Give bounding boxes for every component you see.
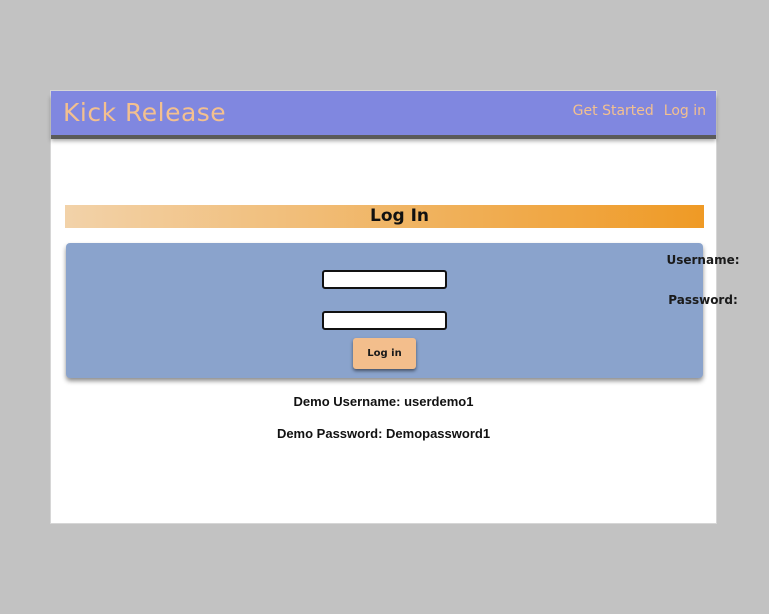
username-input[interactable]	[322, 270, 447, 289]
demo-password-text: Demo Password: Demopassword1	[276, 426, 491, 441]
log-in-button[interactable]: Log in	[353, 338, 416, 369]
page-title: Log In	[369, 206, 430, 226]
login-form: Username: Password: Log in	[66, 243, 740, 378]
brand-logo[interactable]: Kick Release	[63, 98, 226, 127]
browser-viewport: Kick Release Get Started Log in Log In U…	[50, 90, 740, 524]
get-started-link[interactable]: Get Started	[573, 103, 654, 119]
password-label: Password:	[668, 293, 738, 307]
demo-username-text: Demo Username: userdemo1	[293, 394, 474, 409]
top-navbar: Kick Release Get Started Log in	[51, 91, 716, 135]
nav-links: Get Started Log in	[573, 103, 706, 119]
login-title-bar: Log In	[65, 205, 704, 228]
log-in-link[interactable]: Log in	[664, 103, 706, 119]
password-input[interactable]	[322, 311, 447, 330]
username-label: Username:	[666, 253, 740, 267]
